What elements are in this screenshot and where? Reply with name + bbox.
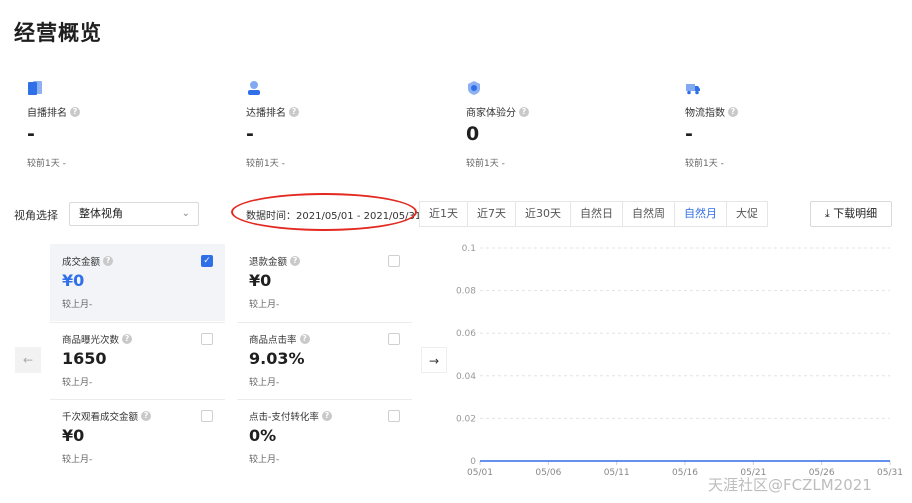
- metric-card-ctr[interactable]: 商品点击率? 9.03% 较上月-: [237, 322, 412, 399]
- kpi-compare: 较前1天 -: [685, 159, 724, 169]
- help-icon[interactable]: ?: [519, 106, 529, 117]
- help-icon[interactable]: ?: [103, 256, 114, 266]
- watermark-text: 天涯社区@FCZLM2021: [708, 476, 872, 494]
- metric-compare: 较上月-: [249, 455, 280, 465]
- x-tick-label: 05/16: [672, 468, 698, 478]
- time-range-tabs: 近1天 近7天 近30天 自然日 自然周 自然月 大促: [419, 201, 768, 227]
- metric-value: ¥0: [62, 426, 85, 445]
- view-select[interactable]: 整体视角 ⌄: [69, 202, 199, 226]
- kpi-merchant-experience-score: 商家体验分? 0 较前1天 -: [466, 80, 666, 169]
- kpi-compare: 较前1天 -: [246, 159, 285, 169]
- kpi-logistics-index: 物流指数? - 较前1天 -: [685, 80, 885, 169]
- red-highlight-ellipse: [231, 193, 417, 231]
- kpi-compare: 较前1天 -: [466, 159, 505, 169]
- metric-checkbox[interactable]: [388, 410, 400, 422]
- kpi-value: -: [246, 123, 254, 145]
- y-tick-label: 0.02: [456, 414, 476, 424]
- y-tick-label: 0.04: [456, 372, 476, 382]
- page-title: 经营概览: [14, 21, 102, 45]
- metric-card-refund[interactable]: 退款金额? ¥0 较上月-: [237, 244, 412, 321]
- metric-compare: 较上月-: [249, 300, 280, 310]
- view-select-label: 视角选择: [14, 209, 58, 222]
- truck-icon: [686, 84, 700, 95]
- x-tick-label: 05/31: [877, 468, 903, 478]
- help-icon[interactable]: ?: [289, 106, 299, 117]
- y-tick-label: 0: [470, 457, 476, 467]
- metric-compare: 较上月-: [62, 455, 93, 465]
- help-icon[interactable]: ?: [728, 106, 738, 117]
- metric-label: 点击-支付转化率: [249, 412, 319, 423]
- metric-value: ¥0: [62, 271, 85, 290]
- kpi-value: 0: [466, 123, 480, 145]
- metric-label: 商品曝光次数: [62, 335, 120, 346]
- help-icon[interactable]: ?: [70, 106, 80, 117]
- metric-card-gmv[interactable]: 成交金额? ¥0 较上月- ✓: [50, 244, 225, 321]
- kpi-self-live-rank: 自播排名? - 较前1天 -: [27, 80, 227, 169]
- kpi-creator-live-rank: 达播排名? - 较前1天 -: [246, 80, 446, 169]
- metric-checkbox[interactable]: [388, 333, 400, 345]
- view-select-value: 整体视角: [79, 207, 123, 220]
- help-icon[interactable]: ?: [321, 411, 332, 421]
- help-icon[interactable]: ?: [122, 334, 133, 344]
- download-icon: ⤓: [824, 207, 830, 220]
- book-icon: [28, 81, 42, 95]
- kpi-label: 达播排名: [246, 108, 286, 119]
- y-tick-label: 0.08: [456, 287, 476, 297]
- x-tick-label: 05/06: [535, 468, 561, 478]
- tab-time-range[interactable]: 大促: [726, 201, 768, 227]
- help-icon[interactable]: ?: [299, 334, 310, 344]
- metric-compare: 较上月-: [62, 300, 93, 310]
- chevron-down-icon: ⌄: [181, 208, 190, 219]
- prev-arrow-button[interactable]: ←: [15, 347, 41, 373]
- tab-time-range[interactable]: 自然日: [570, 201, 623, 227]
- trend-line-chart: 0 0.02 0.04 0.06 0.08 0.1 05/01 05/06 05/11 05/16…: [456, 244, 903, 478]
- tab-time-range[interactable]: 自然周: [622, 201, 675, 227]
- download-label: 下载明细: [833, 207, 878, 220]
- kpi-label: 物流指数: [685, 108, 725, 119]
- y-tick-label: 0.06: [456, 329, 476, 339]
- metric-label: 成交金额: [62, 257, 101, 268]
- metric-card-gpm[interactable]: 千次观看成交金额? ¥0 较上月-: [50, 399, 225, 476]
- kpi-compare: 较前1天 -: [27, 159, 66, 169]
- download-details-button[interactable]: ⤓ 下载明细: [810, 201, 892, 227]
- metric-value: 1650: [62, 349, 107, 368]
- metric-compare: 较上月-: [62, 378, 93, 388]
- kpi-value: -: [27, 123, 35, 145]
- metric-label: 千次观看成交金额: [62, 412, 139, 423]
- y-tick-label: 0.1: [462, 244, 476, 254]
- metric-card-click-pay-rate[interactable]: 点击-支付转化率? 0% 较上月-: [237, 399, 412, 476]
- metric-value: 9.03%: [249, 349, 305, 368]
- kpi-label: 自播排名: [27, 108, 67, 119]
- metric-compare: 较上月-: [249, 378, 280, 388]
- metric-checkbox[interactable]: [201, 410, 213, 422]
- help-icon[interactable]: ?: [141, 411, 152, 421]
- metric-checkbox[interactable]: ✓: [201, 255, 213, 267]
- tab-time-range[interactable]: 近7天: [467, 201, 516, 227]
- x-tick-label: 05/01: [467, 468, 493, 478]
- tab-time-range[interactable]: 近30天: [515, 201, 571, 227]
- tab-time-range[interactable]: 近1天: [419, 201, 468, 227]
- tab-time-range[interactable]: 自然月: [674, 201, 727, 227]
- kpi-value: -: [685, 123, 693, 145]
- metric-label: 退款金额: [249, 257, 288, 268]
- x-tick-label: 05/11: [604, 468, 630, 478]
- shield-star-icon: [468, 81, 480, 95]
- metric-checkbox[interactable]: [201, 333, 213, 345]
- help-icon[interactable]: ?: [290, 256, 301, 266]
- user-icon: [248, 81, 260, 95]
- metric-value: ¥0: [249, 271, 272, 290]
- metric-checkbox[interactable]: [388, 255, 400, 267]
- metric-card-impressions[interactable]: 商品曝光次数? 1650 较上月-: [50, 322, 225, 399]
- metric-value: 0%: [249, 426, 277, 445]
- kpi-label: 商家体验分: [466, 108, 516, 119]
- metric-label: 商品点击率: [249, 335, 297, 346]
